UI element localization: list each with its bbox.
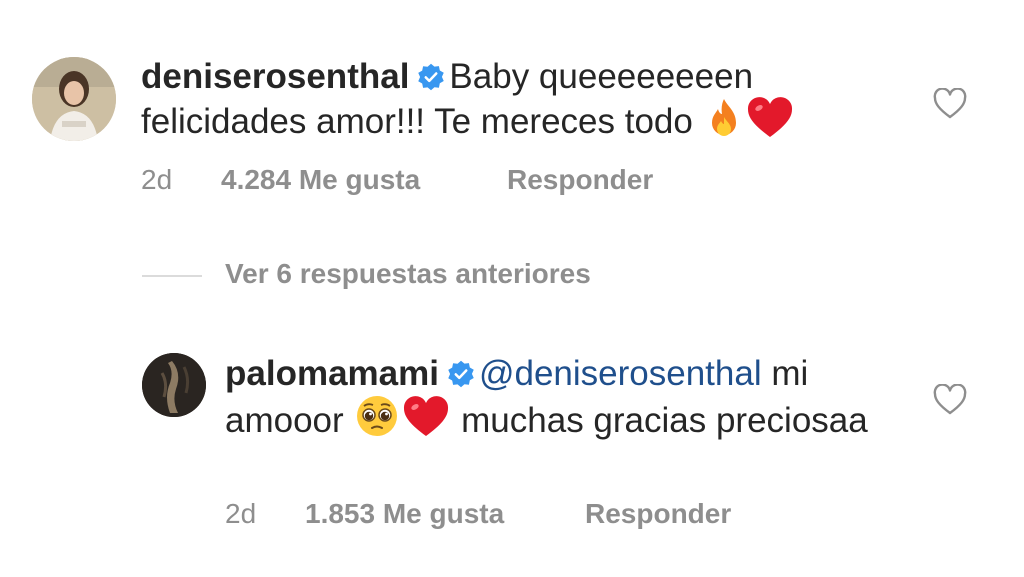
heart-outline-icon[interactable] [933,88,967,120]
username[interactable]: deniserosenthal [141,57,409,96]
avatar[interactable] [142,353,206,417]
heart-outline-icon[interactable] [933,384,967,416]
fire-emoji [705,97,743,139]
comment-body: deniserosenthal Baby queeeeeeeen felicida… [141,56,901,142]
avatar[interactable] [32,57,116,141]
reply-button[interactable]: Responder [507,164,653,196]
pleading-face-emoji [355,394,399,438]
divider [142,275,202,277]
red-heart-emoji [403,396,449,438]
mention-link[interactable]: @deniserosenthal [479,354,762,393]
likes-count[interactable]: 1.853 Me gusta [305,498,504,530]
verified-badge-icon [447,360,475,388]
likes-count[interactable]: 4.284 Me gusta [221,164,420,196]
verified-badge-icon [417,63,445,91]
timestamp: 2d [141,164,173,195]
red-heart-emoji [747,97,793,139]
comment-text: muchas gracias preciosaa [461,401,868,440]
reply-button[interactable]: Responder [585,498,731,530]
timestamp: 2d [225,498,257,529]
username[interactable]: palomamami [225,354,439,393]
comment-body: palomamami @deniserosenthal mi amooor muc… [225,353,905,441]
view-replies-label[interactable]: Ver 6 respuestas anteriores [225,258,591,290]
